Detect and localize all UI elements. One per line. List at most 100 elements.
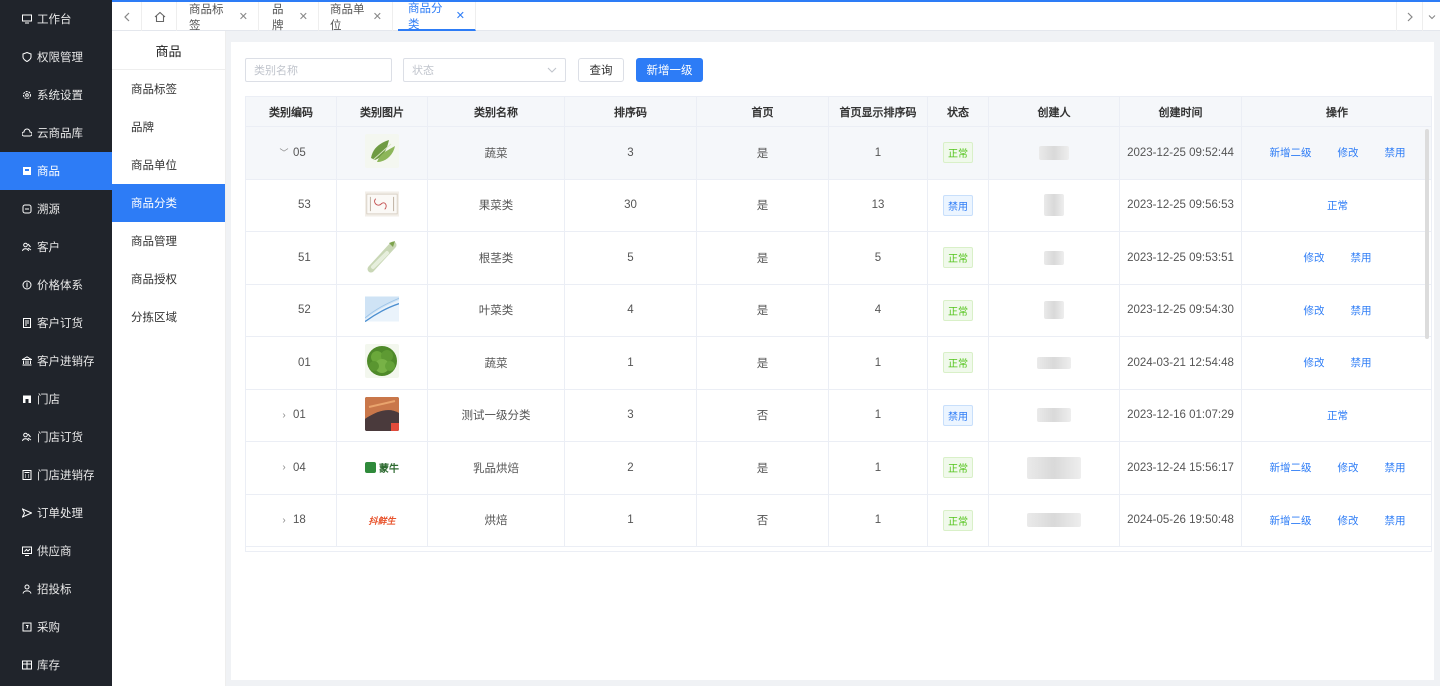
disable-link[interactable]: 禁用 [1351,355,1372,370]
cloud-icon [22,128,32,138]
home-icon [154,11,165,22]
sidebar-item[interactable]: 订单处理 [0,494,112,532]
category-code-cell: 53 [246,179,337,231]
chevron-right-icon[interactable]: › [277,515,291,526]
add-subcategory-link[interactable]: 新增二级 [1270,145,1312,160]
table-row[interactable]: 01 蔬菜 1 是 1 正常 2024-03-21 12:54:48 修改 禁用 [246,337,1431,390]
sidebar-item[interactable]: 门店订货 [0,418,112,456]
close-icon[interactable]: ✕ [456,9,465,22]
edit-link[interactable]: 修改 [1338,145,1359,160]
sidebar-item[interactable]: 门店 [0,380,112,418]
sidebar-item[interactable]: 供应商 [0,532,112,570]
disable-link[interactable]: 禁用 [1385,460,1406,475]
box-icon [22,166,32,176]
home-sort-cell: 1 [829,127,928,179]
table-row[interactable]: 52 叶菜类 4 是 4 正常 2023-12-25 09:54:30 修改 禁用 [246,284,1431,337]
query-button[interactable]: 查询 [578,58,624,82]
sidebar-item[interactable]: 库存 [0,646,112,684]
mengniu-logo-icon [365,462,376,474]
table-row[interactable]: › 01 测试一级分类 3 否 1 禁用 2023-12-16 01:07:29 正常 [246,389,1431,442]
tab-item[interactable]: 商品标签 ✕ [179,2,259,32]
sidebar-item[interactable]: 门店进销存 [0,456,112,494]
edit-link[interactable]: 修改 [1304,303,1325,318]
creator-name-blurred [1027,513,1081,528]
category-code-cell: 52 [246,284,337,336]
close-icon[interactable]: ✕ [299,10,308,23]
table-row[interactable]: 53 果菜类 30 是 13 禁用 2023-12-25 09:56:53 正常 [246,179,1431,232]
sidebar-item[interactable]: 溯源 [0,190,112,228]
category-image-text: 抖鲜生 [368,515,396,526]
table-row[interactable]: ﹀ 05 蔬菜 3 是 1 正常 2023-12-25 09:52:44 新增二级 修改 禁用 [246,127,1431,180]
sidebar-item[interactable]: 客户 [0,228,112,266]
add-subcategory-link[interactable]: 新增二级 [1270,460,1312,475]
enable-link[interactable]: 正常 [1327,408,1348,423]
sidebar-item[interactable]: 招投标 [0,570,112,608]
close-icon[interactable]: ✕ [373,10,382,23]
homepage-cell: 否 [697,389,829,441]
category-image [365,187,399,224]
status-badge: 正常 [943,352,973,374]
subnav-item[interactable]: 商品单位 [112,146,225,184]
sidebar-item-label: 招投标 [37,584,72,596]
chevron-right-icon[interactable]: › [277,410,291,421]
sidebar-item-label: 价格体系 [37,280,83,292]
enable-link[interactable]: 正常 [1327,198,1348,213]
sidebar-item[interactable]: 工作台 [0,0,112,38]
sidebar-item-label: 云商品库 [37,128,83,140]
category-code: 05 [293,146,306,159]
edit-link[interactable]: 修改 [1338,513,1359,528]
disable-link[interactable]: 禁用 [1351,250,1372,265]
subnav-item[interactable]: 商品授权 [112,260,225,298]
subnav-item[interactable]: 商品分类 [112,184,225,222]
add-level-one-button[interactable]: 新增一级 [636,58,703,82]
tab-next-button[interactable] [1396,2,1422,31]
sidebar-item[interactable]: 价格体系 [0,266,112,304]
sidebar-item[interactable]: 系统设置 [0,76,112,114]
tab-menu-button[interactable] [1422,2,1440,31]
status-cell: 正常 [928,337,989,389]
subnav-item[interactable]: 分拣区域 [112,298,225,336]
category-image [365,344,399,381]
sidebar-item[interactable]: 权限管理 [0,38,112,76]
edit-link[interactable]: 修改 [1304,250,1325,265]
subnav-item[interactable]: 商品管理 [112,222,225,260]
sidebar-item-label: 客户进销存 [37,356,95,368]
creator-cell [989,442,1120,494]
sidebar-item[interactable]: 采购 [0,608,112,646]
users-icon [22,432,32,442]
tab-home-button[interactable] [143,2,177,31]
sidebar-item[interactable]: 客户订货 [0,304,112,342]
column-header: 创建时间 [1120,97,1242,126]
subnav-item[interactable]: 商品标签 [112,70,225,108]
status-select[interactable]: 状态 [403,58,566,82]
chevron-down-icon[interactable]: ﹀ [277,146,291,159]
disable-link[interactable]: 禁用 [1385,145,1406,160]
table-scrollbar[interactable] [1425,129,1429,339]
table-row[interactable]: › 04 蒙牛 乳品烘焙 2 是 1 正常 2023-12-24 15:56:17 新增二级 修改 禁… [246,442,1431,495]
category-name-input[interactable]: 类别名称 [245,58,392,82]
table-row[interactable]: 51 根茎类 5 是 5 正常 2023-12-25 09:53:51 修改 禁用 [246,232,1431,285]
creator-name-blurred [1027,456,1081,479]
subnav-item[interactable]: 品牌 [112,108,225,146]
tab-item[interactable]: 品牌 ✕ [262,2,319,32]
homepage-cell: 是 [697,442,829,494]
edit-link[interactable]: 修改 [1338,460,1359,475]
tab-prev-button[interactable] [112,2,142,31]
sidebar-item-label: 采购 [37,622,60,634]
table-row[interactable]: › 18 抖鲜生 烘焙 1 否 1 正常 2024-05-26 19:50:48 新增二级 修改 禁用 [246,494,1431,547]
disable-link[interactable]: 禁用 [1385,513,1406,528]
category-code-cell: 01 [246,337,337,389]
disable-link[interactable]: 禁用 [1351,303,1372,318]
sidebar-item[interactable]: 云商品库 [0,114,112,152]
actions-cell: 正常 [1242,390,1431,442]
actions-cell: 修改 禁用 [1242,285,1431,337]
add-subcategory-link[interactable]: 新增二级 [1270,513,1312,528]
tab-item[interactable]: 商品单位 ✕ [320,2,393,32]
sidebar-item[interactable]: 客户进销存 [0,342,112,380]
sidebar-item[interactable]: 商品 [0,152,112,190]
chevron-right-icon[interactable]: › [277,462,291,473]
category-image [365,396,399,434]
tab-item[interactable]: 商品分类 ✕ [398,2,476,31]
edit-link[interactable]: 修改 [1304,355,1325,370]
close-icon[interactable]: ✕ [239,10,248,23]
